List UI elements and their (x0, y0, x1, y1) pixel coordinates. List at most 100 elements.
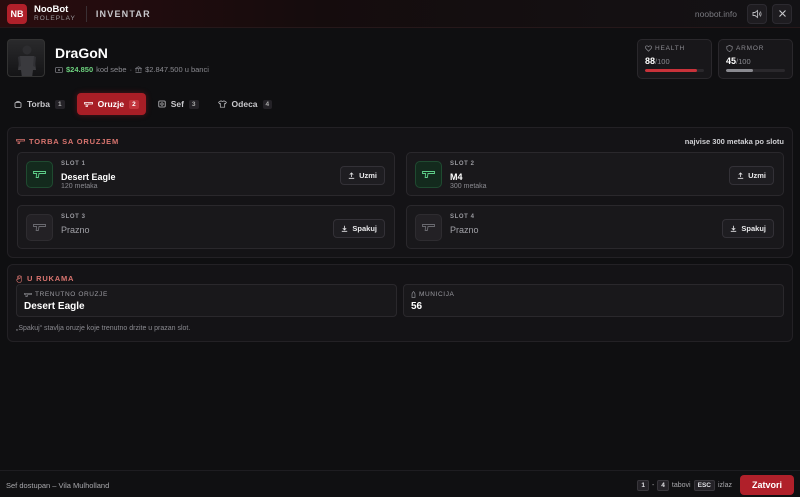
download-icon (731, 225, 737, 232)
health-card: HEALTH 88/100 (637, 39, 712, 79)
slot-label: SLOT 4 (450, 214, 475, 220)
tab-sef[interactable]: Sef 3 (151, 93, 206, 115)
slot-weapon-name: M4 (450, 172, 463, 182)
slot-icon (26, 161, 53, 188)
player-name: DraGoN (55, 45, 108, 61)
sound-button[interactable] (747, 3, 767, 24)
gun-icon (24, 292, 32, 297)
shirt-icon (217, 100, 227, 108)
armor-value: 45/100 (726, 56, 751, 66)
ammo-label: MUNICIJA (419, 291, 455, 298)
tab-badge: 2 (129, 99, 139, 109)
tab-label: Torba (27, 99, 50, 109)
key-dash: - (651, 482, 655, 489)
slot-ammo: 300 metaka (450, 183, 487, 190)
footer: Sef dostupan – Vila Mulholland 1 - 4 tab… (0, 470, 800, 497)
brand-name: NooBot (34, 3, 69, 15)
close-button[interactable] (772, 3, 792, 24)
health-bar (645, 69, 704, 72)
tab-label: Sef (170, 99, 184, 109)
tab-label: Odeca (231, 99, 258, 109)
hint-text: „Spakuj“ stavlja oruzje koje trenutno dr… (16, 325, 191, 332)
weapon-slot-1: SLOT 1 Desert Eagle 120 metaka Uzmi (17, 152, 395, 196)
panel-title: TORBA SA ORUZJEM (29, 137, 120, 146)
ammo-box: MUNICIJA 56 (403, 284, 784, 317)
bullet-icon (411, 291, 416, 298)
armor-card: ARMOR 45/100 (718, 39, 793, 79)
armor-bar-fill (726, 69, 753, 72)
armor-label: ARMOR (736, 45, 765, 52)
gun-icon (33, 171, 46, 178)
current-weapon-label: TRENUTNO ORUZJE (35, 291, 108, 298)
divider (85, 5, 87, 22)
cash-icon (55, 66, 63, 73)
tab-badge: 1 (54, 99, 65, 109)
take-button[interactable]: Uzmi (729, 166, 774, 185)
slot-weapon-name: Prazno (450, 225, 479, 235)
key-hints: 1 - 4 tabovi ESC izlaz (637, 480, 732, 491)
panel-title: U RUKAMA (27, 274, 75, 283)
slot-icon (415, 214, 442, 241)
bank-amount: $2.847.500 u banci (145, 65, 209, 74)
health-label: HEALTH (655, 45, 685, 52)
cash-suffix: kod sebe (96, 65, 127, 74)
tab-bar: Torba 1 Oruzje 2 Sef 3 Odeca 4 (7, 93, 280, 115)
current-weapon-box: TRENUTNO ORUZJE Desert Eagle (16, 284, 397, 317)
bank-icon (135, 66, 143, 73)
weapon-slot-4: SLOT 4 Prazno Spakuj (406, 205, 784, 249)
tab-odeca[interactable]: Odeca 4 (211, 93, 280, 115)
brand-subtitle: ROLEPLAY (34, 14, 76, 22)
slot-icon (26, 214, 53, 241)
slot-ammo: 120 metaka (61, 183, 98, 190)
weapon-slot-2: SLOT 2 M4 300 metaka Uzmi (406, 152, 784, 196)
slot-label: SLOT 3 (61, 214, 86, 220)
tab-label: Oruzje (97, 99, 125, 109)
health-value: 88/100 (645, 56, 670, 66)
tab-badge: 3 (188, 99, 199, 109)
bag-icon (14, 101, 22, 108)
pack-button[interactable]: Spakuj (722, 219, 774, 238)
close-icon (778, 10, 786, 17)
upload-icon (737, 172, 744, 179)
ammo-limit-note: najvise 300 metaka po slotu (684, 137, 784, 146)
gun-icon (83, 101, 93, 107)
money-line: $24.850 kod sebe · $2.847.500 u banci (55, 65, 209, 74)
separator-dot: · (129, 65, 133, 74)
tab-badge: 4 (262, 99, 273, 109)
avatar (7, 39, 45, 77)
current-weapon-value: Desert Eagle (24, 301, 85, 312)
tab-oruzje[interactable]: Oruzje 2 (76, 93, 146, 115)
footer-status: Sef dostupan – Vila Mulholland (6, 481, 110, 490)
slot-label: SLOT 2 (450, 161, 475, 167)
heart-icon (645, 45, 652, 52)
health-bar-fill (645, 69, 697, 72)
slot-weapon-name: Prazno (61, 225, 90, 235)
speaker-icon (752, 9, 762, 18)
key-esc: ESC (693, 480, 715, 491)
player-profile: DraGoN $24.850 kod sebe · $2.847.500 u b… (7, 39, 793, 79)
gun-icon (422, 171, 435, 178)
logo-badge: NB (7, 3, 27, 24)
upload-icon (348, 172, 355, 179)
safe-icon (158, 100, 166, 108)
gun-icon (16, 139, 25, 144)
take-button[interactable]: Uzmi (340, 166, 385, 185)
key-1: 1 (637, 480, 649, 491)
pack-button[interactable]: Spakuj (333, 219, 385, 238)
slot-icon (415, 161, 442, 188)
gun-icon (33, 224, 46, 231)
slot-label: SLOT 1 (61, 161, 86, 167)
brand: NooBot ROLEPLAY (34, 3, 76, 23)
weapons-panel: TORBA SA ORUZJEM najvise 300 metaka po s… (7, 127, 793, 258)
tab-torba[interactable]: Torba 1 (7, 93, 72, 115)
ammo-value: 56 (411, 301, 423, 312)
top-bar: NB NooBot ROLEPLAY INVENTAR noobot.info (0, 0, 800, 28)
key-4: 4 (657, 480, 669, 491)
section-title: INVENTAR (95, 8, 151, 19)
armor-bar (726, 69, 785, 72)
weapon-slot-3: SLOT 3 Prazno Spakuj (17, 205, 395, 249)
close-main-button[interactable]: Zatvori (740, 475, 794, 495)
gun-icon (422, 224, 435, 231)
site-link[interactable]: noobot.info (695, 9, 737, 19)
hand-icon (16, 274, 22, 283)
